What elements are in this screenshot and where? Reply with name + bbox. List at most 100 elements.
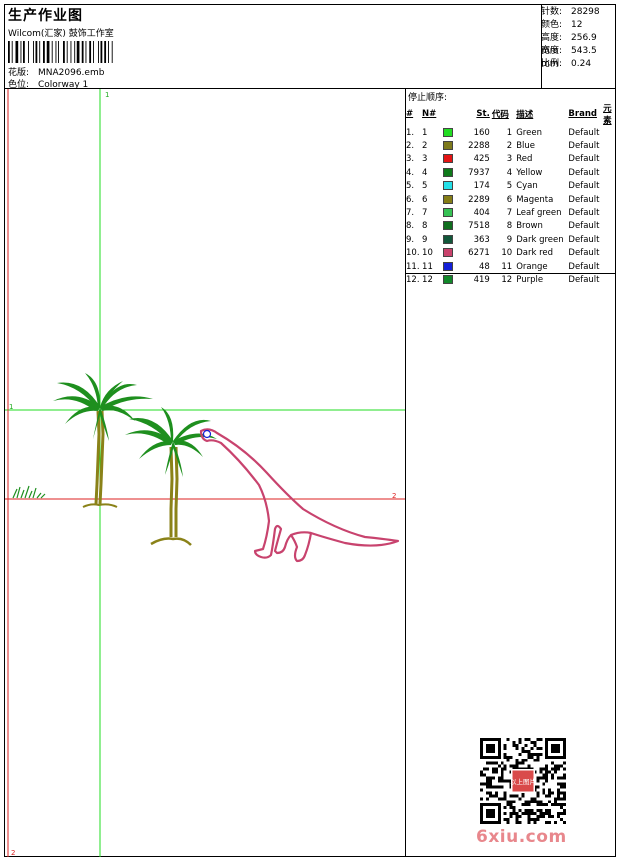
grass-tuft [12,485,46,499]
col-element: 元素 [603,104,612,126]
row-stitches: 2288 [468,141,490,152]
qr-module [563,785,566,789]
row-element [603,273,620,286]
qr-module [512,806,516,810]
qr-module [506,755,510,759]
qr-module [497,776,501,780]
table-row: 8. 8 7518 8 Brown Default [406,220,620,233]
qr-module [485,797,489,801]
qr-module [545,821,549,824]
qr-module [491,770,495,774]
barcode-bar [51,41,53,63]
qr-module [512,794,516,798]
row-swatch [443,260,457,273]
row-element [603,206,620,219]
row-swatch [443,220,457,233]
qr-module [554,797,558,801]
row-index: 2. [406,141,415,152]
watermark-logo: 6xiu.com [476,827,567,847]
qr-module [545,812,549,816]
qr-module [551,815,555,819]
color-swatch [443,141,454,151]
barcode-bar [46,41,50,63]
qr-module [521,746,525,750]
qr-module [500,770,504,774]
row-swatch [443,139,457,152]
row-stitches: 404 [473,208,490,219]
qr-module [512,740,516,744]
barcode-bar [89,41,92,63]
row-brand: Default [568,248,600,259]
qr-module [485,785,489,789]
qr-module [488,761,492,765]
qr-module [530,818,534,822]
col-swatch [443,102,457,126]
qr-module [542,776,546,780]
row-stitches: 6271 [468,248,490,259]
qr-module [533,743,537,747]
row-element [603,247,620,260]
qr-module [527,752,531,756]
row-stitches: 425 [473,154,490,165]
table-row: 10. 10 6271 10 Dark red Default [406,247,620,260]
qr-module [524,749,528,753]
qr-module [485,779,489,783]
row-code: 11 [501,261,513,272]
qr-module [536,803,540,807]
color-swatch [443,181,454,191]
qr-module [509,815,513,819]
qr-module [503,797,507,801]
qr-module [536,738,540,741]
qr-module [480,770,483,774]
spec-value: 12 [571,20,583,30]
qr-module [545,779,549,783]
qr-module [527,764,531,768]
barcode-bar [70,41,72,63]
qr-module [521,794,525,798]
qr-module [506,738,510,741]
row-index: 3. [406,154,415,165]
qr-module [518,797,522,801]
qr-module [557,803,561,807]
qr-module [509,755,513,759]
qr-module [509,800,513,804]
header-info: 生产作业图 Wilcom(汇家) 鼓饰工作室 花版: MNA2096.emb 色位… [5,5,542,90]
barcode-bar [35,41,38,63]
qr-module [539,746,543,750]
qr-module [494,770,498,774]
qr-module [557,782,561,786]
row-swatch [443,153,457,166]
spec-label: 针数: [541,7,563,17]
qr-module [536,752,540,756]
qr-module [494,785,498,789]
qr-module [542,812,546,816]
barcode-bar [28,41,29,63]
qr-module [560,785,564,789]
qr-module [551,791,555,795]
qr-module [539,767,543,771]
barcode-bar [33,41,34,63]
qr-module [527,755,531,759]
qr-module [509,803,513,807]
qr-module [539,803,543,807]
qr-module [545,809,549,813]
table-row: 6. 6 2289 6 Magenta Default [406,193,620,206]
row-needle: 8 [422,221,428,232]
qr-module [527,809,531,813]
qr-module [545,803,549,807]
row-needle: 12 [422,274,433,285]
row-code: 5 [506,181,513,192]
qr-module [491,767,495,771]
qr-module [548,794,552,798]
row-needle: 2 [422,141,428,152]
row-description: Cyan [516,181,538,192]
qr-module [488,785,492,789]
qr-module [482,773,486,777]
row-code: 2 [506,141,513,152]
qr-module [536,776,540,780]
row-description: Dark green [516,234,564,245]
col-stitches: St. [476,109,490,119]
barcode-bar [63,41,65,63]
panel-divider-horizontal [405,273,615,274]
qr-module [530,797,534,801]
